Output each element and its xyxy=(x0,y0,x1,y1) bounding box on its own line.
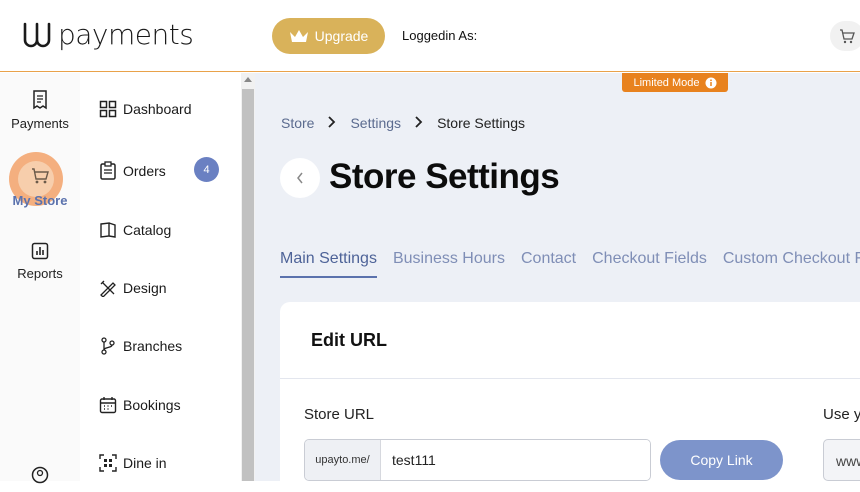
sidebar-item-dine-in[interactable]: Dine in xyxy=(99,454,167,472)
chevron-left-icon xyxy=(297,172,303,184)
rail-item-partial[interactable] xyxy=(0,466,80,490)
tab-contact[interactable]: Contact xyxy=(521,250,576,278)
sidebar-label: Catalog xyxy=(123,222,172,238)
sidebar-label: Bookings xyxy=(123,397,181,413)
upgrade-label: Upgrade xyxy=(314,28,369,44)
store-url-input[interactable] xyxy=(381,440,650,480)
top-bar: payments Upgrade Loggedin As: xyxy=(0,0,860,72)
logo-mark-icon xyxy=(23,22,51,47)
cart-icon xyxy=(32,168,49,184)
sidebar-item-catalog[interactable]: Catalog xyxy=(99,221,171,239)
back-button[interactable] xyxy=(280,158,320,198)
branch-icon xyxy=(101,337,115,355)
breadcrumb-settings[interactable]: Settings xyxy=(350,115,401,131)
sidebar-item-design[interactable]: Design xyxy=(99,279,167,297)
rail-label-reports: Reports xyxy=(17,266,63,281)
user-circle-icon xyxy=(31,466,49,484)
use-domain-label: Use y xyxy=(823,406,860,423)
breadcrumb: Store Settings Store Settings xyxy=(281,115,525,131)
copy-link-button[interactable]: Copy Link xyxy=(660,440,783,480)
store-url-field: upayto.me/ xyxy=(304,439,651,481)
clipboard-icon xyxy=(100,161,116,180)
qr-icon xyxy=(99,454,117,472)
sidebar-item-bookings[interactable]: Bookings xyxy=(99,396,181,414)
sidebar-scrollbar[interactable] xyxy=(241,73,255,481)
orders-count-badge: 4 xyxy=(194,157,219,182)
calendar-icon xyxy=(99,397,117,414)
sidebar-label: Dashboard xyxy=(123,101,192,117)
scroll-up-arrow-icon[interactable] xyxy=(244,77,252,82)
logged-in-label: Loggedin As: xyxy=(402,28,478,43)
store-url-label: Store URL xyxy=(304,406,375,423)
grid-icon xyxy=(99,100,117,118)
limited-mode-label: Limited Mode xyxy=(633,76,700,89)
settings-tabs: Main Settings Business Hours Contact Che… xyxy=(280,250,860,278)
receipt-icon xyxy=(33,90,47,110)
pencil-ruler-icon xyxy=(100,280,116,297)
cart-icon xyxy=(840,28,855,43)
sidebar-item-dashboard[interactable]: Dashboard xyxy=(99,100,192,118)
card-heading: Edit URL xyxy=(311,330,387,350)
upgrade-button[interactable]: Upgrade xyxy=(272,18,385,54)
sidebar-item-branches[interactable]: Branches xyxy=(99,337,182,355)
breadcrumb-current: Store Settings xyxy=(437,115,525,131)
divider xyxy=(280,378,860,379)
breadcrumb-store[interactable]: Store xyxy=(281,115,314,131)
limited-mode-badge[interactable]: Limited Mode xyxy=(622,73,728,92)
crown-icon xyxy=(289,29,308,42)
tab-checkout-fields[interactable]: Checkout Fields xyxy=(592,250,707,278)
tab-main-settings[interactable]: Main Settings xyxy=(280,250,377,278)
info-icon xyxy=(705,77,717,88)
rail-label-my-store: My Store xyxy=(12,193,68,208)
book-icon xyxy=(100,222,116,238)
sidebar-item-orders[interactable]: Orders xyxy=(99,161,166,180)
chevron-right-icon xyxy=(415,115,423,131)
tab-business-hours[interactable]: Business Hours xyxy=(393,250,505,278)
cart-button[interactable] xyxy=(830,21,860,51)
sidebar-label: Branches xyxy=(123,338,183,354)
rail-item-my-store[interactable]: My Store xyxy=(0,167,80,208)
domain-input[interactable]: www xyxy=(823,439,860,481)
url-prefix: upayto.me/ xyxy=(305,440,381,480)
sidebar-label: Design xyxy=(123,280,167,296)
logo[interactable]: payments xyxy=(22,18,194,51)
store-sidebar xyxy=(80,73,241,481)
logo-text: payments xyxy=(58,18,194,51)
scroll-thumb[interactable] xyxy=(242,89,254,481)
chevron-right-icon xyxy=(328,115,336,131)
sidebar-label: Orders xyxy=(123,162,166,179)
rail-label-payments: Payments xyxy=(11,116,69,131)
sidebar-label: Dine in xyxy=(123,455,167,471)
page-title: Store Settings xyxy=(329,157,560,196)
rail-item-reports[interactable]: Reports xyxy=(0,242,80,281)
chart-icon xyxy=(31,242,49,260)
tab-custom-checkout-fields[interactable]: Custom Checkout Fie xyxy=(723,250,860,278)
rail-item-payments[interactable]: Payments xyxy=(0,90,80,131)
